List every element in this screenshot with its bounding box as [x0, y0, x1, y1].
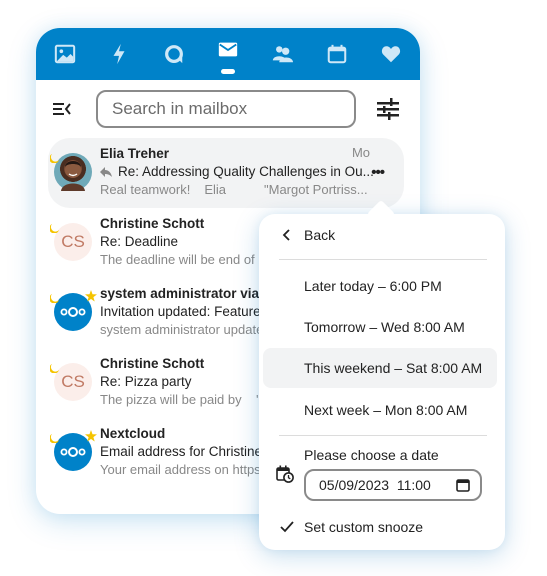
avatar — [50, 290, 97, 331]
date-picker-label: Please choose a date — [304, 447, 439, 463]
talk-icon — [164, 45, 183, 64]
avatar: CS — [50, 223, 92, 261]
app-photos[interactable] — [48, 34, 82, 74]
confirm-label: Set custom snooze — [304, 519, 424, 535]
avatar: CS — [50, 363, 92, 401]
heart-icon — [381, 46, 401, 63]
app-favorites[interactable] — [374, 34, 408, 74]
nextcloud-logo-icon — [60, 307, 86, 317]
snooze-option-tomorrow[interactable]: Tomorrow – Wed 8:00 AM — [263, 307, 497, 347]
snooze-moon-icon — [50, 364, 59, 373]
option-label: Later today – 6:00 PM — [304, 278, 442, 294]
option-label: This weekend – Sat 8:00 AM — [304, 360, 483, 376]
avatar-initials: CS — [61, 372, 85, 391]
calendar-clock-icon — [276, 465, 294, 483]
reply-icon — [100, 167, 112, 177]
divider — [279, 435, 487, 436]
check-icon — [279, 519, 295, 535]
chevron-left-icon — [279, 227, 295, 243]
back-label: Back — [304, 227, 336, 243]
snooze-moon-icon — [50, 294, 59, 303]
filter-button[interactable] — [376, 97, 400, 121]
message-date: Mo — [351, 145, 370, 160]
more-actions-button[interactable]: ••• — [371, 164, 385, 181]
app-talk[interactable] — [157, 34, 191, 74]
snooze-date-input[interactable]: 05/09/2023 11:00 — [304, 469, 482, 501]
search-input[interactable] — [96, 90, 356, 128]
calendar-icon[interactable] — [456, 478, 470, 492]
snooze-option-later-today[interactable]: Later today – 6:00 PM — [263, 266, 497, 306]
toggle-navigation-button[interactable] — [50, 97, 74, 121]
preview-recipient: "Margot Portriss... — [264, 182, 368, 197]
image-icon — [54, 44, 76, 64]
snooze-moon-icon — [50, 434, 59, 443]
nextcloud-logo-icon — [60, 447, 86, 457]
snooze-option-next-week[interactable]: Next week – Mon 8:00 AM — [263, 390, 497, 430]
option-label: Tomorrow – Wed 8:00 AM — [304, 319, 465, 335]
subject-text: Re: Addressing Quality Challenges in Ou.… — [118, 164, 374, 179]
app-calendar[interactable] — [320, 34, 354, 74]
set-custom-snooze-button[interactable]: Set custom snooze — [263, 507, 497, 547]
lightning-icon — [113, 43, 125, 65]
avatar — [50, 153, 92, 191]
back-button[interactable]: Back — [263, 215, 497, 255]
subject: Re: Addressing Quality Challenges in Ou.… — [100, 163, 404, 181]
menu-collapse-icon — [53, 103, 71, 115]
message-list-item[interactable]: Elia Treher Re: Addressing Quality Chall… — [48, 138, 404, 208]
contacts-icon — [273, 46, 294, 63]
mail-icon — [218, 42, 238, 57]
avatar — [50, 430, 97, 471]
snooze-moon-icon — [50, 224, 59, 233]
search-row — [36, 80, 420, 138]
option-label: Next week – Mon 8:00 AM — [304, 402, 468, 418]
tune-icon — [377, 98, 399, 120]
preview-account: Elia — [204, 182, 226, 197]
divider — [279, 259, 487, 260]
calendar-icon — [327, 44, 346, 64]
avatar-initials: CS — [61, 232, 85, 251]
snooze-option-this-weekend[interactable]: This weekend – Sat 8:00 AM — [263, 348, 497, 388]
star-icon — [85, 430, 97, 442]
app-navigation-bar — [36, 28, 420, 80]
snooze-menu: Back Later today – 6:00 PM Tomorrow – We… — [259, 214, 505, 550]
preview: Real teamwork! Elia "Margot Portriss... — [100, 181, 404, 199]
app-mail[interactable] — [211, 34, 245, 74]
active-app-indicator — [220, 69, 235, 74]
app-contacts[interactable] — [265, 34, 299, 74]
star-icon — [85, 290, 97, 302]
preview-text: Real teamwork! — [100, 182, 191, 197]
snooze-moon-icon — [50, 154, 59, 163]
app-activity[interactable] — [102, 34, 136, 74]
date-value: 05/09/2023 11:00 — [319, 477, 431, 493]
